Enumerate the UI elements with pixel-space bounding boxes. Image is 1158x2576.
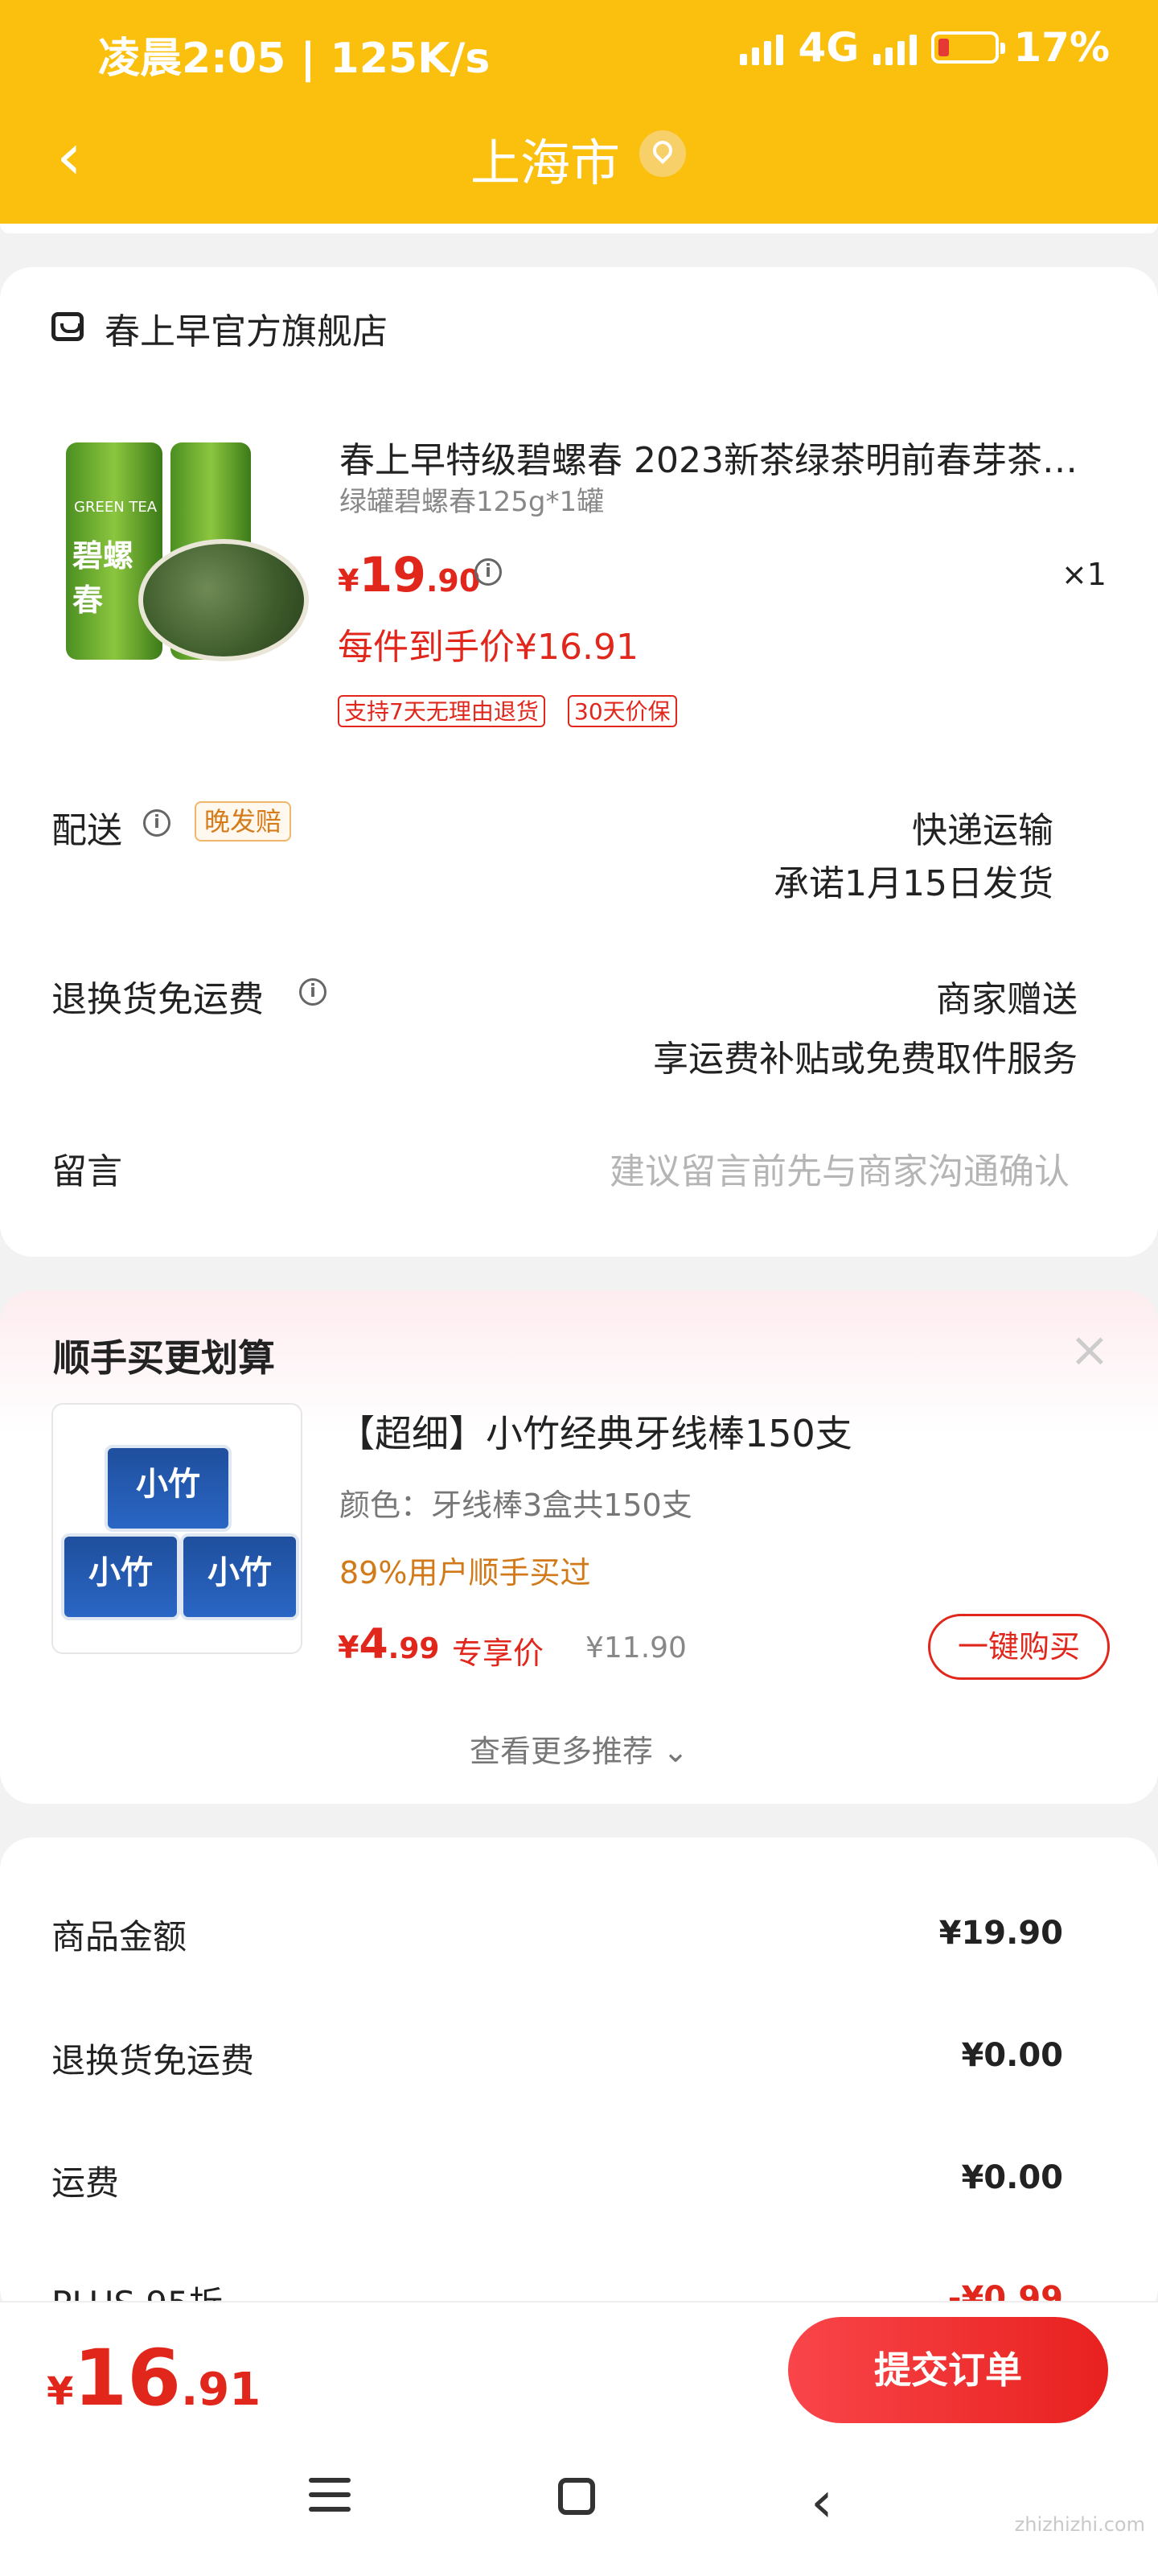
signal-icon [740, 30, 784, 65]
message-label: 留言 [51, 1151, 122, 1192]
recommend-image[interactable]: 小竹 小竹 小竹 [51, 1403, 302, 1654]
info-icon[interactable]: i [474, 558, 502, 586]
chevron-down-icon: ⌄ [663, 1734, 688, 1769]
menu-icon[interactable] [309, 2478, 357, 2526]
more-recommend-label: 查看更多推荐 [470, 1734, 654, 1769]
floss-box: 小竹 [180, 1533, 299, 1620]
return-shipping-line1: 商家赠送 [936, 979, 1078, 1020]
recommend-price: ¥4.99 [338, 1620, 439, 1669]
product-title[interactable]: 春上早特级碧螺春 2023新茶绿茶明前春芽茶… [339, 431, 1103, 483]
quantity: ×1 [1061, 557, 1107, 592]
original-price: ¥11.90 [585, 1632, 687, 1665]
price-dec: .99 [388, 1632, 440, 1665]
summary-label: 商品金额 [51, 1917, 187, 1957]
price-symbol: ¥ [338, 563, 359, 599]
price-int: 16 [73, 2333, 181, 2423]
back-icon[interactable]: ‹ [811, 2474, 859, 2530]
summary-value: ¥0.00 [961, 2159, 1063, 2196]
price-symbol: ¥ [47, 2369, 74, 2414]
info-icon[interactable]: i [299, 978, 326, 1006]
product-price: ¥19.90 [338, 547, 480, 603]
summary-label: 退换货免运费 [51, 2041, 255, 2080]
one-click-buy-button[interactable]: 一键购买 [928, 1614, 1110, 1680]
exclusive-label: 专享价 [452, 1636, 544, 1671]
shop-name[interactable]: 春上早官方旗舰店 [105, 302, 388, 354]
recommend-bought: 89%用户顺手买过 [339, 1555, 591, 1590]
hand-price: 每件到手价¥16.91 [338, 627, 639, 668]
summary-label: 运费 [51, 2163, 120, 2203]
delivery-label: 配送 [51, 810, 122, 851]
signal-icon [873, 30, 918, 65]
recommend-spec: 颜色：牙线棒3盒共150支 [339, 1488, 692, 1523]
chevron-left-icon[interactable]: ‹ [56, 125, 105, 189]
close-icon[interactable]: × [1070, 1326, 1110, 1374]
status-right: 4G 17% [740, 24, 1110, 71]
floss-box: 小竹 [61, 1533, 180, 1620]
more-recommend-link[interactable]: 查看更多推荐 ⌄ [0, 1726, 1158, 1771]
location-pin-icon[interactable] [639, 130, 686, 177]
home-icon[interactable] [558, 2478, 606, 2526]
info-icon[interactable]: i [143, 809, 170, 837]
message-input[interactable]: 建议留言前先与商家沟通确认 [610, 1142, 1070, 1194]
floss-box: 小竹 [105, 1445, 232, 1532]
delivery-method[interactable]: 快递运输 [912, 801, 1053, 853]
price-int: 4 [359, 1620, 388, 1669]
product-image[interactable]: 碧螺春 GREEN TEA [66, 434, 309, 684]
tag-return: 支持7天无理由退货 [338, 695, 545, 727]
tea-leaves [138, 539, 309, 661]
battery-level: 17% [1013, 24, 1110, 71]
late-compensation-tag: 晚发赔 [195, 801, 292, 842]
delivery-promise: 承诺1月15日发货 [774, 863, 1053, 904]
product-spec[interactable]: 绿罐碧螺春125g*1罐 [339, 479, 604, 519]
battery-icon [931, 31, 1006, 64]
order-card [0, 267, 1158, 1257]
price-dec: .91 [181, 2364, 261, 2416]
status-time: 凌晨2:05 | 125K/s [98, 35, 491, 83]
recommend-title: 顺手买更划算 [53, 1336, 275, 1380]
summary-value: ¥19.90 [938, 1915, 1063, 1952]
total-price: ¥16.91 [47, 2333, 261, 2423]
store-icon [51, 312, 84, 341]
page-title[interactable]: 上海市 [470, 122, 620, 195]
return-shipping-line2: 享运费补贴或免费取件服务 [653, 1039, 1078, 1080]
price-symbol: ¥ [338, 1630, 359, 1665]
tag-price-protect: 30天价保 [568, 695, 677, 727]
recommend-name[interactable]: 【超细】小竹经典牙线棒150支 [338, 1405, 852, 1458]
price-dec: .90 [425, 563, 481, 599]
address-strip [0, 224, 1158, 233]
status-bar: 凌晨2:05 | 125K/s 4G 17% [0, 0, 1158, 113]
return-shipping-label: 退换货免运费 [51, 979, 264, 1020]
submit-order-button[interactable]: 提交订单 [788, 2317, 1108, 2423]
watermark: zhizhizhi.com [1014, 2513, 1145, 2536]
summary-value: ¥0.00 [961, 2037, 1063, 2074]
network-type: 4G [798, 24, 860, 71]
can-sublabel: GREEN TEA [74, 499, 158, 516]
price-int: 19 [359, 547, 426, 603]
